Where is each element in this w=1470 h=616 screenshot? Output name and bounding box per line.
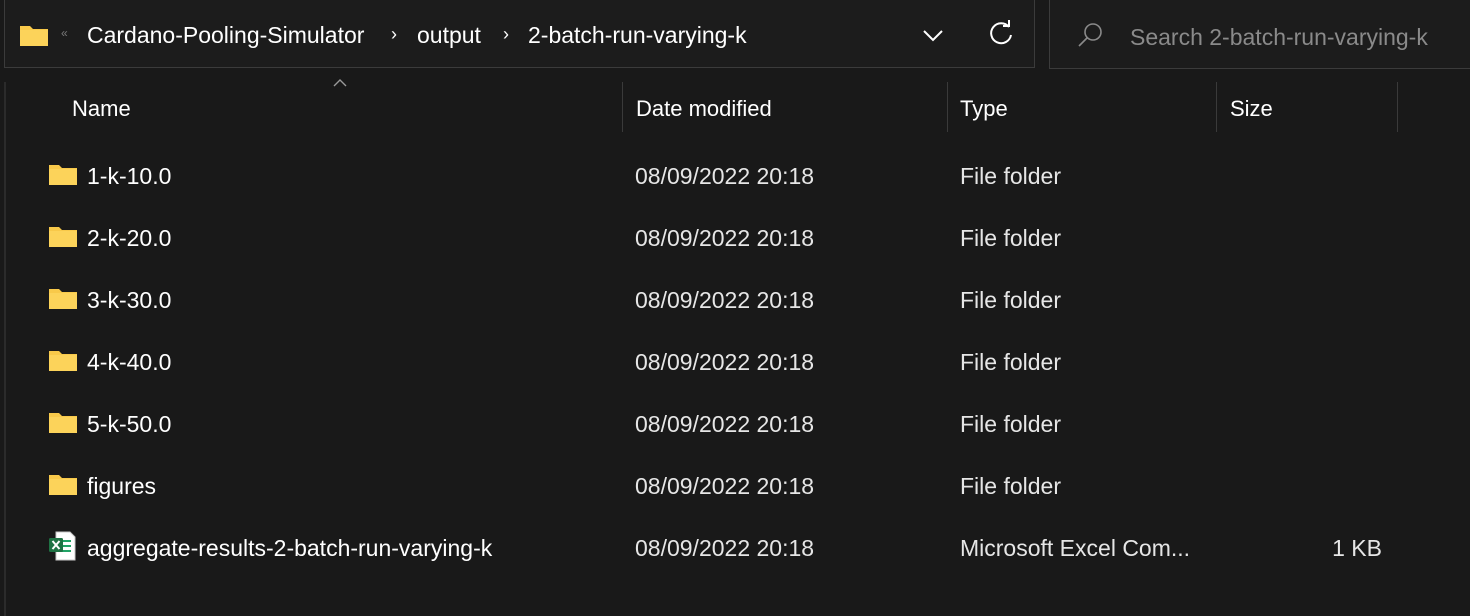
file-type: File folder [960,163,1061,189]
sort-ascending-icon [333,79,347,87]
breadcrumb-separator[interactable]: › [503,24,509,45]
breadcrumb-overflow-icon[interactable]: « [61,26,68,40]
file-type: File folder [960,349,1061,375]
folder-icon [49,351,77,371]
column-divider[interactable] [947,82,948,132]
list-item[interactable]: 5-k-50.0 08/09/2022 20:18 File folder [40,393,1420,453]
breadcrumb-item-current[interactable]: 2-batch-run-varying-k [528,22,747,49]
list-item[interactable]: figures 08/09/2022 20:18 File folder [40,455,1420,515]
list-item[interactable]: 3-k-30.0 08/09/2022 20:18 File folder [40,269,1420,329]
folder-icon [20,26,48,46]
folder-icon [49,475,77,495]
file-type: Microsoft Excel Com... [960,535,1191,561]
file-type: File folder [960,411,1061,437]
excel-file-icon [49,531,76,561]
breadcrumb-item-output[interactable]: output [417,22,481,49]
folder-icon [49,289,77,309]
file-name[interactable]: aggregate-results-2-batch-run-varying-k [87,535,492,562]
file-name[interactable]: 1-k-10.0 [87,163,171,190]
file-size: 1 KB [1332,535,1382,561]
file-date-modified: 08/09/2022 20:18 [635,349,815,375]
chevron-down-icon[interactable] [917,20,949,50]
list-item[interactable]: aggregate-results-2-batch-run-varying-k … [40,517,1420,577]
file-date-modified: 08/09/2022 20:18 [635,473,815,499]
folder-icon [49,227,77,247]
file-date-modified: 08/09/2022 20:18 [635,163,815,189]
address-bar[interactable]: « Cardano-Pooling-Simulator › output › 2… [4,0,1035,68]
column-divider[interactable] [622,82,623,132]
file-date-modified: 08/09/2022 20:18 [635,535,815,561]
column-divider[interactable] [1397,82,1398,132]
file-name[interactable]: 4-k-40.0 [87,349,171,376]
column-header-size[interactable]: Size [1230,96,1273,122]
file-type: File folder [960,225,1061,251]
file-type: File folder [960,473,1061,499]
file-name[interactable]: 5-k-50.0 [87,411,171,438]
search-box[interactable] [1049,0,1470,69]
folder-icon [49,413,77,433]
refresh-icon[interactable] [985,18,1017,50]
list-item[interactable]: 2-k-20.0 08/09/2022 20:18 File folder [40,207,1420,267]
column-header-type[interactable]: Type [960,96,1008,122]
column-header-date-modified[interactable]: Date modified [636,96,772,122]
list-item[interactable]: 1-k-10.0 08/09/2022 20:18 File folder [40,145,1420,205]
column-header-name[interactable]: Name [72,96,131,122]
breadcrumb-item-root[interactable]: Cardano-Pooling-Simulator [87,22,364,49]
pane-divider [4,82,6,616]
file-name[interactable]: figures [87,473,156,500]
file-date-modified: 08/09/2022 20:18 [635,287,815,313]
search-icon [1078,23,1102,47]
column-divider[interactable] [1216,82,1217,132]
list-item[interactable]: 4-k-40.0 08/09/2022 20:18 File folder [40,331,1420,391]
folder-icon [49,165,77,185]
file-date-modified: 08/09/2022 20:18 [635,411,815,437]
search-input[interactable] [1130,22,1460,52]
file-date-modified: 08/09/2022 20:18 [635,225,815,251]
breadcrumb-separator[interactable]: › [391,24,397,45]
file-name[interactable]: 3-k-30.0 [87,287,171,314]
file-explorer-window: « Cardano-Pooling-Simulator › output › 2… [0,0,1470,616]
file-type: File folder [960,287,1061,313]
file-name[interactable]: 2-k-20.0 [87,225,171,252]
